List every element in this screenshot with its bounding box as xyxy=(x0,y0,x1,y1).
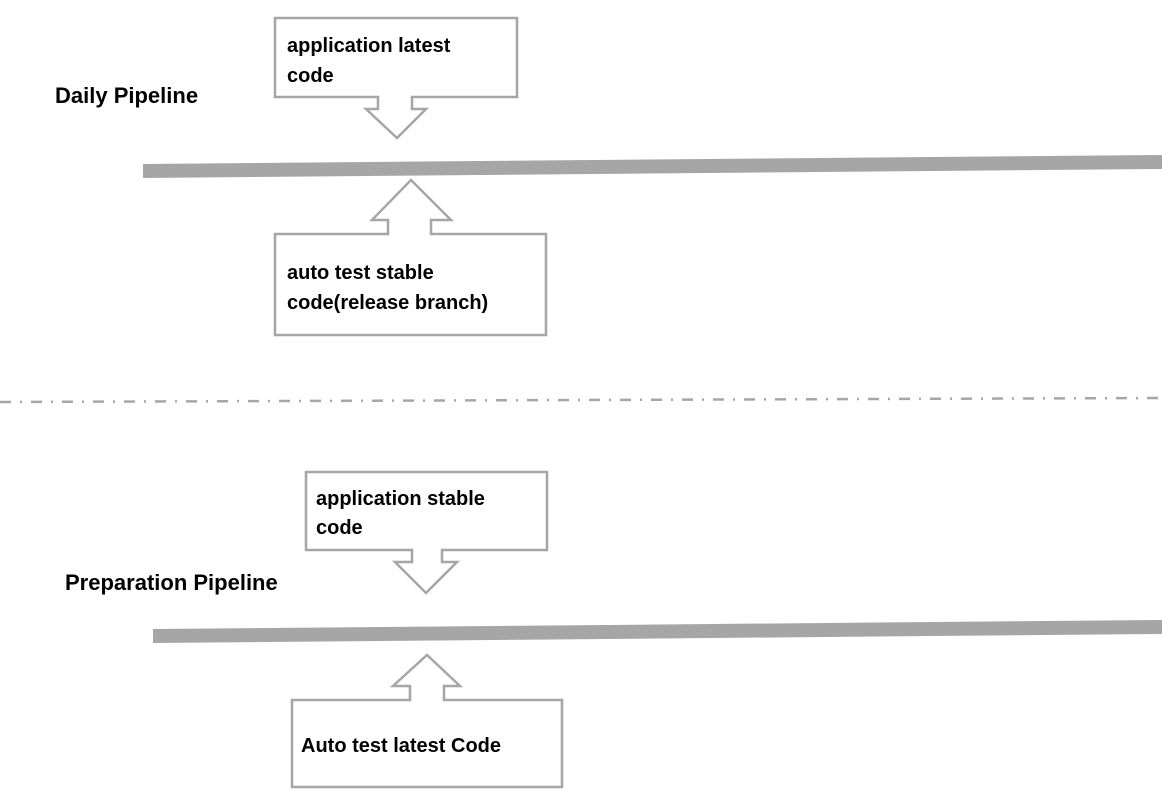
preparation-top-text-line1: application stable xyxy=(316,488,485,510)
section-separator xyxy=(0,396,1162,404)
daily-top-text-line1: application latest xyxy=(287,35,451,57)
daily-top-text-line2: code xyxy=(287,65,334,87)
daily-bottom-text-line2: code(release branch) xyxy=(287,292,488,314)
preparation-pipeline-title: Preparation Pipeline xyxy=(65,570,278,595)
preparation-top-text-line2: code xyxy=(316,517,363,539)
preparation-pipeline-bar xyxy=(153,620,1162,643)
pipeline-diagram: Daily Pipeline application latest code a… xyxy=(0,16,1162,789)
preparation-bottom-callout-up-arrow xyxy=(290,653,564,789)
daily-pipeline-title: Daily Pipeline xyxy=(55,83,198,108)
preparation-pipeline-section: Preparation Pipeline application stable … xyxy=(65,470,1162,789)
daily-pipeline-bar xyxy=(143,155,1162,178)
daily-pipeline-section: Daily Pipeline application latest code a… xyxy=(55,16,1162,337)
preparation-bottom-text-line1: Auto test latest Code xyxy=(301,735,501,757)
daily-bottom-text-line1: auto test stable xyxy=(287,262,434,284)
